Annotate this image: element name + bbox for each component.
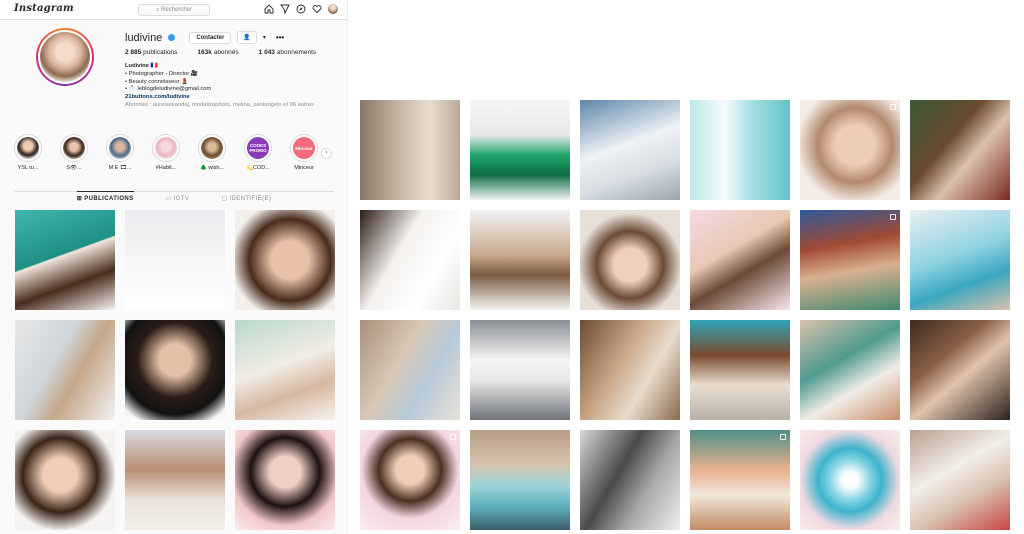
- username: ludivine: [125, 31, 163, 44]
- gallery-photo[interactable]: [360, 210, 460, 310]
- gallery-photo[interactable]: [580, 210, 680, 310]
- person-icon: 👤: [243, 35, 251, 41]
- direct-icon[interactable]: [280, 4, 290, 14]
- search-input[interactable]: ⌕ Rechercher: [138, 4, 210, 16]
- gallery-photo[interactable]: [910, 320, 1010, 420]
- top-navigation-bar: Instagram ⌕ Rechercher: [0, 0, 347, 20]
- story-highlight[interactable]: #Habit...: [150, 134, 182, 171]
- story-highlight[interactable]: CODES PROMO 💫COD...: [242, 134, 274, 171]
- multi-post-icon: [890, 214, 896, 220]
- tab-igtv[interactable]: ▭ IGTV: [166, 195, 190, 202]
- instagram-profile-screenshot: Instagram ⌕ Rechercher ludivine Contacte…: [0, 0, 348, 534]
- instagram-logo[interactable]: Instagram: [14, 3, 74, 14]
- more-options-icon[interactable]: •••: [276, 33, 284, 42]
- gallery-photo[interactable]: [470, 320, 570, 420]
- gallery-photo[interactable]: [690, 430, 790, 530]
- stat-followers[interactable]: 163k abonnés: [197, 49, 238, 56]
- profile-avatar-icon[interactable]: [328, 4, 338, 14]
- gallery-photo[interactable]: [910, 210, 1010, 310]
- profile-photo: [40, 32, 90, 82]
- post-thumbnail[interactable]: [15, 210, 115, 310]
- bio-line: • Photographer - Director 🎥: [125, 70, 199, 77]
- chevron-down-icon[interactable]: ▾: [263, 34, 266, 41]
- post-thumbnail[interactable]: [235, 210, 335, 310]
- gallery-photo[interactable]: [360, 100, 460, 200]
- stat-publications: 2 885 publications: [125, 49, 178, 56]
- story-highlight[interactable]: S👁...: [58, 134, 90, 171]
- story-highlight[interactable]: 🌲 wish...: [196, 134, 228, 171]
- tabs-divider: [14, 191, 334, 192]
- post-thumbnail[interactable]: [235, 430, 335, 530]
- gallery-photo[interactable]: [690, 210, 790, 310]
- home-icon[interactable]: [264, 4, 274, 14]
- post-thumbnail[interactable]: [15, 430, 115, 530]
- story-highlight[interactable]: YSL tu...: [12, 134, 44, 171]
- gallery-photo[interactable]: [800, 100, 900, 200]
- post-thumbnail[interactable]: [15, 320, 115, 420]
- followed-by-text[interactable]: Abonnés : aurelaskandaj, modalizaphoto, …: [125, 102, 340, 110]
- story-highlights: YSL tu... S👁... M E 🎞... #Habit... 🌲 wis…: [12, 134, 320, 171]
- bio-line: • 📩 leblogdeludivine@gmail.com: [125, 86, 212, 93]
- post-thumbnail[interactable]: [235, 320, 335, 420]
- profile-tabs: ⊞ PUBLICATIONS ▭ IGTV ▢ IDENTIFIÉ(E): [0, 191, 347, 202]
- heart-icon[interactable]: [312, 4, 322, 14]
- multi-post-icon: [450, 214, 456, 220]
- bio-link[interactable]: 21buttons.com/ludivine: [125, 94, 340, 102]
- verified-badge-icon: [168, 34, 176, 41]
- gallery-photo[interactable]: [800, 320, 900, 420]
- gallery-photo[interactable]: [580, 100, 680, 200]
- profile-post-grid: [15, 210, 335, 530]
- story-badge: CODES PROMO: [247, 137, 269, 159]
- search-placeholder: Rechercher: [161, 7, 193, 13]
- nav-icons: [264, 4, 338, 16]
- profile-header-row: ludivine Contacter 👤 ▾ •••: [125, 31, 284, 44]
- gallery-photo[interactable]: [470, 100, 570, 200]
- photo-gallery-grid: [360, 100, 1010, 530]
- gallery-photo[interactable]: [910, 430, 1010, 530]
- bio-name: Ludivine 🇫🇷: [125, 63, 158, 69]
- multi-post-icon: [780, 434, 786, 440]
- gallery-photo[interactable]: [690, 100, 790, 200]
- post-thumbnail[interactable]: [125, 430, 225, 530]
- story-highlight[interactable]: M E 🎞...: [104, 134, 136, 171]
- post-thumbnail[interactable]: [125, 320, 225, 420]
- gallery-photo[interactable]: [580, 430, 680, 530]
- explore-icon[interactable]: [296, 4, 306, 14]
- gallery-photo[interactable]: [360, 320, 460, 420]
- gallery-photo[interactable]: [580, 320, 680, 420]
- story-highlight[interactable]: Minceur Minceur: [288, 134, 320, 171]
- profile-stats: 2 885 publications 163k abonnés 1 043 ab…: [125, 49, 316, 56]
- follow-suggestions-button[interactable]: 👤: [237, 31, 257, 44]
- contact-button[interactable]: Contacter: [189, 31, 232, 44]
- gallery-photo[interactable]: [470, 430, 570, 530]
- gallery-photo[interactable]: [800, 210, 900, 310]
- gallery-photo[interactable]: [470, 210, 570, 310]
- profile-avatar[interactable]: [36, 28, 94, 86]
- gallery-photo[interactable]: [800, 430, 900, 530]
- gallery-photo[interactable]: [910, 100, 1010, 200]
- profile-bio: Ludivine 🇫🇷 • Photographer - Director 🎥 …: [125, 63, 340, 110]
- tab-tagged[interactable]: ▢ IDENTIFIÉ(E): [221, 195, 271, 202]
- gallery-photo[interactable]: [690, 320, 790, 420]
- tab-publications[interactable]: ⊞ PUBLICATIONS: [76, 191, 134, 202]
- multi-post-icon: [890, 104, 896, 110]
- post-thumbnail[interactable]: [125, 210, 225, 310]
- gallery-photo[interactable]: [360, 430, 460, 530]
- story-badge: Minceur: [293, 137, 315, 159]
- multi-post-icon: [450, 434, 456, 440]
- stat-following[interactable]: 1 043 abonnements: [259, 49, 316, 56]
- chevron-right-icon[interactable]: ›: [322, 149, 331, 158]
